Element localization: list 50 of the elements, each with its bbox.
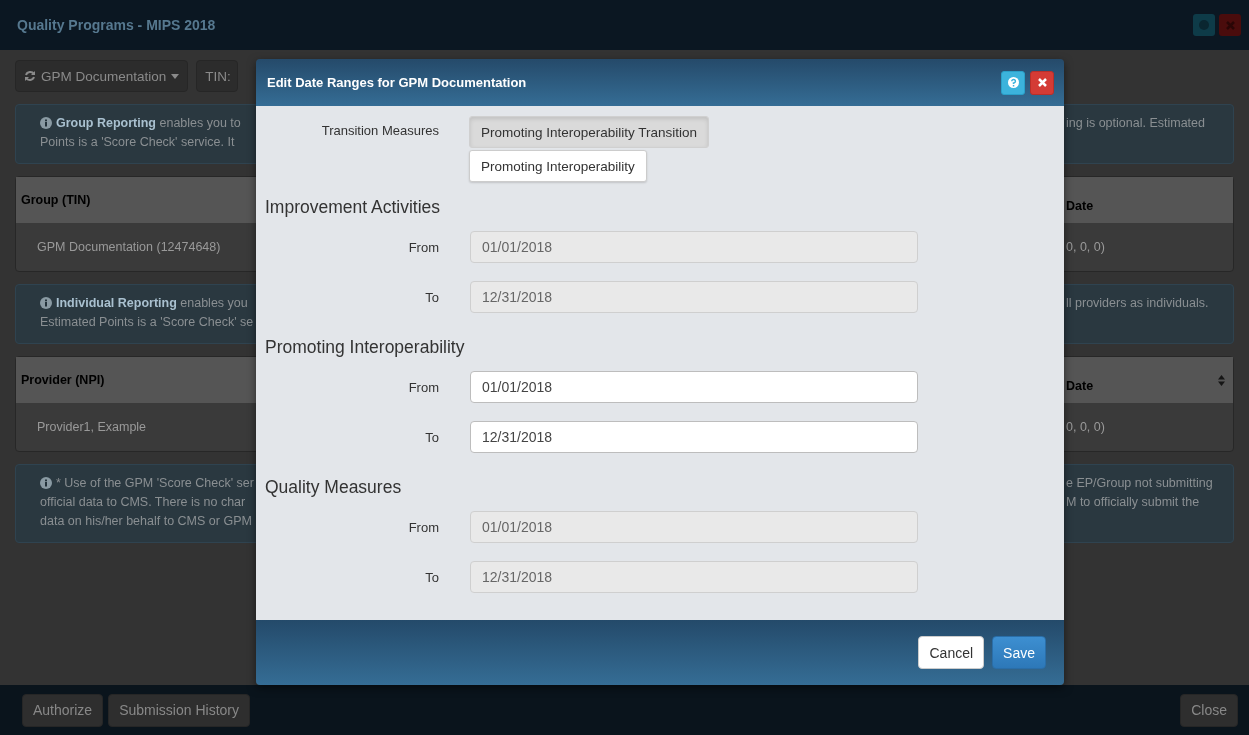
footer-button[interactable]: Submission History xyxy=(108,693,250,727)
note-text: ll providers as individuals. xyxy=(1066,295,1210,311)
info-icon xyxy=(40,297,52,309)
column-header: Group (TIN) xyxy=(20,193,92,207)
column-header: Provider (NPI) xyxy=(20,373,106,387)
table-cell: 0, 0, 0) xyxy=(1066,240,1105,254)
date-field[interactable]: 01/01/2018 xyxy=(470,371,918,403)
date-field[interactable]: 12/31/2018 xyxy=(470,421,918,453)
note-text: data on his/her behalf to CMS or GPM xyxy=(40,513,252,529)
note-text: official data to CMS. There is no char xyxy=(40,494,246,510)
toggle-option[interactable]: Promoting Interoperability xyxy=(469,150,647,182)
window-title: Quality Programs - MIPS 2018 xyxy=(17,17,216,33)
field-label: From xyxy=(407,379,439,395)
help-icon[interactable] xyxy=(1001,70,1025,95)
section-heading: Promoting Interoperability xyxy=(265,337,465,358)
tin-button[interactable]: TIN: xyxy=(196,60,239,92)
caret-icon xyxy=(171,73,180,79)
note-text: Points is a 'Score Check' service. It xyxy=(40,134,235,150)
field-label: From xyxy=(407,519,439,535)
note-text: Individual Reporting enables you xyxy=(56,295,248,311)
note-text: M to officially submit the xyxy=(1066,494,1201,510)
note-text: Group Reporting enables you to xyxy=(56,115,241,131)
footer-button[interactable]: Authorize xyxy=(22,693,104,727)
note-text: Estimated Points is a 'Score Check' se xyxy=(40,314,254,330)
note-text: * Use of the GPM 'Score Check' ser xyxy=(56,475,254,491)
field-label: Transition Measures xyxy=(320,122,439,140)
close-icon[interactable] xyxy=(1030,70,1054,95)
refresh-icon xyxy=(24,70,36,82)
column-header: Date xyxy=(1066,199,1094,213)
dialog-title: Edit Date Ranges for GPM Documentation xyxy=(267,75,527,90)
toggle-option[interactable]: Promoting Interoperability Transition xyxy=(469,116,710,148)
info-icon xyxy=(40,477,52,489)
section-heading: Improvement Activities xyxy=(265,197,441,218)
cancel-button[interactable]: Cancel xyxy=(918,636,985,669)
table-cell-text: GPM Documentation (12474648) xyxy=(36,240,222,254)
table-cell-text: Provider1, Example xyxy=(36,420,148,434)
group-dropdown[interactable]: GPM Documentation xyxy=(15,60,189,92)
column-header: Date xyxy=(1066,379,1094,393)
field-label: To xyxy=(424,289,439,305)
save-button[interactable]: Save xyxy=(992,636,1046,669)
note-text: e EP/Group not submitting xyxy=(1066,475,1214,491)
info-icon xyxy=(40,117,52,129)
table-cell: 0, 0, 0) xyxy=(1066,420,1105,434)
close-button[interactable]: Close xyxy=(1180,693,1238,727)
field-label: To xyxy=(424,569,439,585)
note-text: ing is optional. Estimated xyxy=(1066,115,1206,131)
field-label: From xyxy=(407,239,439,255)
sort-icon[interactable] xyxy=(1218,374,1225,386)
field-label: To xyxy=(424,429,439,445)
section-heading: Quality Measures xyxy=(265,477,402,498)
